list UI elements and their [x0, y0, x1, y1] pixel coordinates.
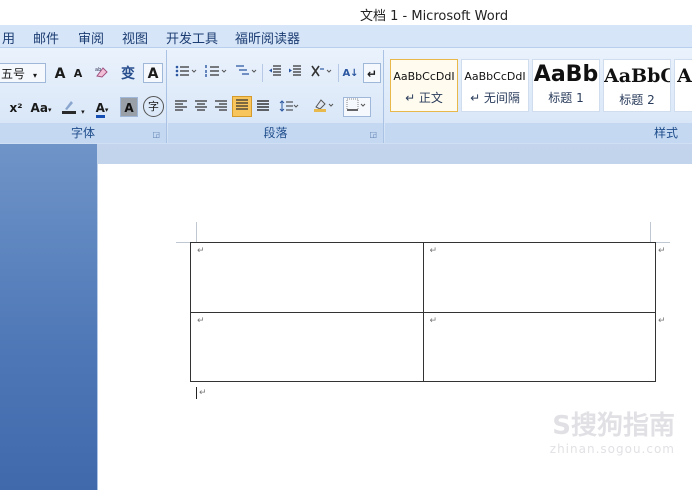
align-center-icon[interactable]: [192, 97, 210, 117]
grow-font-button[interactable]: A: [51, 63, 69, 83]
style-heading-1[interactable]: AaBb 标题 1: [532, 59, 600, 112]
highlight-color-button[interactable]: ▾: [58, 97, 88, 117]
font-group: 五号 ▾ A A ab 变 A x² Aa▾ ▾ A▾ A 字 字体 ◲: [0, 50, 167, 143]
clear-format-icon[interactable]: ab: [90, 63, 114, 83]
tab-developer[interactable]: 开发工具: [166, 28, 218, 47]
paragraph-group: A↓ ↵ 段落 ◲: [168, 50, 384, 143]
align-right-icon[interactable]: [212, 97, 230, 117]
separator: [262, 64, 263, 82]
table-cell[interactable]: ↵: [190, 311, 424, 382]
distributed-align-icon[interactable]: [254, 97, 272, 117]
chevron-down-icon: ▾: [33, 71, 38, 80]
tab-view[interactable]: 视图: [122, 28, 148, 47]
table-row: ↵ ↵: [190, 311, 656, 382]
row-end-mark: ↵: [658, 316, 666, 326]
character-border-button[interactable]: A: [143, 63, 163, 83]
font-group-label: 字体: [0, 123, 166, 143]
style-heading-2[interactable]: AaBbC 标题 2: [603, 59, 671, 112]
watermark-url: zhinan.sogou.com: [549, 442, 675, 456]
left-pane: [0, 144, 97, 490]
enclose-characters-button[interactable]: 字: [143, 96, 164, 117]
chevron-down-icon: ▾: [81, 108, 85, 116]
crop-mark: [196, 222, 197, 242]
superscript-button[interactable]: x²: [6, 97, 26, 117]
separator: [338, 64, 339, 82]
ribbon: 五号 ▾ A A ab 变 A x² Aa▾ ▾ A▾ A 字 字体 ◲ A↓ …: [0, 47, 692, 145]
table-row: ↵ ↵: [190, 242, 656, 313]
styles-group: AaBbCcDdI ↵ 正文 AaBbCcDdI ↵ 无间隔 AaBb 标题 1…: [385, 50, 692, 143]
dialog-launcher-icon[interactable]: ◲: [152, 130, 160, 139]
window-title: 文档 1 - Microsoft Word: [360, 9, 509, 24]
font-size-select[interactable]: 五号 ▾: [0, 63, 46, 83]
decrease-indent-icon[interactable]: [266, 63, 284, 83]
sort-button[interactable]: A↓: [341, 63, 360, 83]
paragraph-group-label: 段落: [168, 123, 383, 143]
watermark-brand: S搜狗指南: [552, 411, 675, 441]
font-color-button[interactable]: A▾: [88, 97, 116, 118]
change-case-button[interactable]: Aa▾: [28, 97, 54, 117]
font-size-value: 五号: [1, 67, 26, 81]
tab-review[interactable]: 审阅: [78, 28, 104, 47]
document-table[interactable]: ↵ ↵ ↵ ↵: [190, 242, 656, 382]
row-end-mark: ↵: [658, 246, 666, 256]
table-cell[interactable]: ↵: [422, 242, 656, 313]
shrink-font-button[interactable]: A: [70, 63, 86, 83]
style-normal[interactable]: AaBbCcDdI ↵ 正文: [390, 59, 458, 112]
text-cursor: [196, 387, 197, 399]
borders-button[interactable]: [343, 97, 371, 117]
ribbon-tabs: 用 邮件 审阅 视图 开发工具 福昕阅读器: [0, 25, 692, 47]
watermark: S搜狗指南 zhinan.sogou.com: [515, 405, 675, 456]
title-bar: 文档 1 - Microsoft Word: [0, 0, 692, 25]
style-no-spacing[interactable]: AaBbCcDdI ↵ 无间隔: [461, 59, 529, 112]
phonetic-guide-button[interactable]: 变: [117, 63, 139, 83]
tab-mailings[interactable]: 邮件: [33, 28, 59, 47]
character-shading-button[interactable]: A: [120, 97, 138, 117]
line-spacing-button[interactable]: [276, 97, 302, 117]
paragraph-mark: ↵: [199, 388, 207, 398]
chevron-down-icon: ▾: [47, 106, 52, 114]
crop-mark: [650, 222, 651, 242]
numbering-button[interactable]: [202, 63, 230, 83]
increase-indent-icon[interactable]: [286, 63, 304, 83]
table-cell[interactable]: ↵: [190, 242, 424, 313]
styles-group-label: 样式: [385, 123, 692, 143]
dialog-launcher-icon[interactable]: ◲: [369, 130, 377, 139]
justify-icon[interactable]: [232, 96, 252, 117]
crop-mark: [656, 242, 670, 243]
style-title-partial[interactable]: A: [674, 59, 692, 112]
show-marks-button[interactable]: ↵: [363, 63, 381, 83]
table-cell[interactable]: ↵: [422, 311, 656, 382]
align-left-icon[interactable]: [172, 97, 190, 117]
chevron-down-icon: ▾: [104, 106, 109, 114]
multilevel-list-button[interactable]: [232, 63, 260, 83]
tab-partial[interactable]: 用: [2, 28, 15, 47]
bullets-button[interactable]: [172, 63, 200, 83]
svg-text:ab: ab: [95, 67, 101, 73]
shading-button[interactable]: [309, 97, 339, 117]
tab-foxit-reader[interactable]: 福昕阅读器: [235, 28, 300, 47]
chinese-layout-button[interactable]: [307, 63, 335, 83]
